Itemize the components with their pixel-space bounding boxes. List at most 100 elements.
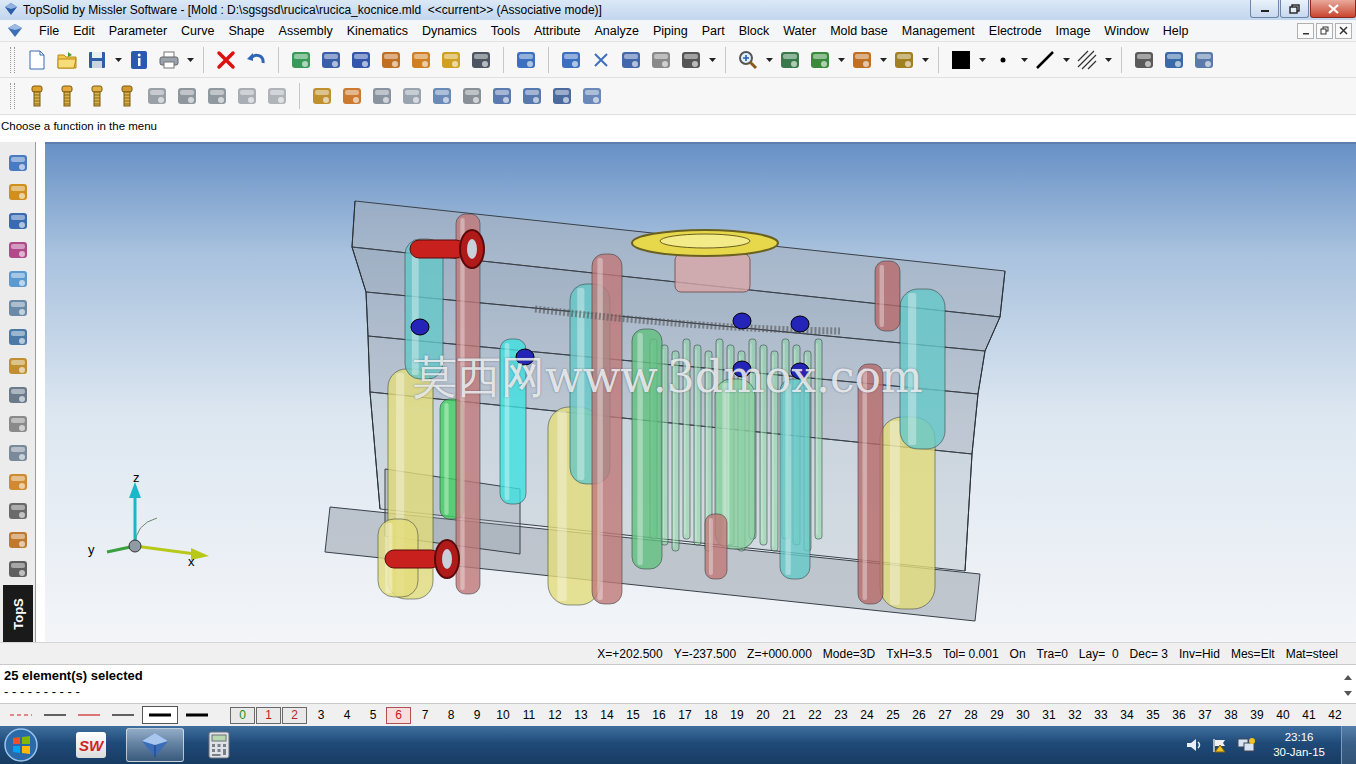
lamp-icon[interactable]: [428, 82, 456, 110]
close-icon[interactable]: [1310, 0, 1356, 18]
layer-button[interactable]: 21: [776, 707, 802, 724]
show-desktop-button[interactable]: [1341, 726, 1356, 764]
layer-button[interactable]: 42: [1322, 707, 1348, 724]
menu-item[interactable]: Block: [732, 21, 777, 41]
layer-button[interactable]: 4: [334, 707, 360, 724]
catalog-icon[interactable]: [308, 82, 336, 110]
layer-button[interactable]: 31: [1036, 707, 1062, 724]
layer-button[interactable]: 23: [828, 707, 854, 724]
menu-item[interactable]: Curve: [174, 21, 221, 41]
layer-button[interactable]: 7: [412, 707, 438, 724]
layer-button[interactable]: 24: [854, 707, 880, 724]
layer-button[interactable]: 34: [1114, 707, 1140, 724]
layer-button[interactable]: 19: [724, 707, 750, 724]
menu-item[interactable]: File: [32, 21, 66, 41]
ejector-icon[interactable]: [488, 82, 516, 110]
dowel-icon[interactable]: [398, 82, 426, 110]
dropdown-arrow-icon[interactable]: [185, 46, 195, 74]
doc-close-icon[interactable]: [1335, 23, 1352, 39]
curve-icon[interactable]: [677, 46, 705, 74]
pin-icon[interactable]: [647, 46, 675, 74]
layer-button[interactable]: 15: [620, 707, 646, 724]
layer-button[interactable]: 38: [1218, 707, 1244, 724]
unselect-icon[interactable]: [587, 46, 615, 74]
wrench-icon[interactable]: [338, 82, 366, 110]
doc-restore-icon[interactable]: [1316, 23, 1333, 39]
hex-screw-icon[interactable]: [113, 82, 141, 110]
taskbar-button[interactable]: [126, 728, 184, 762]
taskbar-button[interactable]: SW: [62, 728, 120, 762]
rotate-icon[interactable]: [467, 46, 495, 74]
delete-icon[interactable]: [212, 46, 240, 74]
punch-icon[interactable]: [4, 411, 32, 437]
cooling-icon[interactable]: [4, 469, 32, 495]
curve-icon[interactable]: [4, 179, 32, 205]
menu-item[interactable]: Water: [776, 21, 823, 41]
action-center-flag-icon[interactable]: [1211, 737, 1229, 753]
plug-icon[interactable]: [578, 82, 606, 110]
clip-icon[interactable]: [518, 82, 546, 110]
toolbar-grip[interactable]: [10, 83, 15, 109]
menu-item[interactable]: Parameter: [102, 21, 174, 41]
socket-screw-icon[interactable]: [83, 82, 111, 110]
dropdown-arrow-icon[interactable]: [878, 46, 888, 74]
threaded-insert-icon[interactable]: [143, 82, 171, 110]
menu-item[interactable]: Edit: [66, 21, 102, 41]
layer-button[interactable]: 13: [568, 707, 594, 724]
menu-item[interactable]: Assembly: [272, 21, 340, 41]
layer-button[interactable]: 8: [438, 707, 464, 724]
menu-item[interactable]: Electrode: [982, 21, 1049, 41]
line-style-button[interactable]: [108, 706, 138, 724]
mouse-icon[interactable]: [317, 46, 345, 74]
layer-button[interactable]: 5: [360, 707, 386, 724]
shading-icon[interactable]: [890, 46, 918, 74]
select-icon[interactable]: [557, 46, 585, 74]
doc-minimize-icon[interactable]: [1297, 23, 1314, 39]
mold-icon[interactable]: [4, 353, 32, 379]
menu-item[interactable]: Help: [1156, 21, 1196, 41]
ejector-icon[interactable]: [4, 440, 32, 466]
print-icon[interactable]: [155, 46, 183, 74]
screw-icon[interactable]: [23, 82, 51, 110]
electrode-icon[interactable]: [4, 556, 32, 582]
menu-item[interactable]: Mold base: [823, 21, 895, 41]
layer-button[interactable]: 1: [256, 707, 281, 724]
layer-button[interactable]: 26: [906, 707, 932, 724]
layer-button[interactable]: 18: [698, 707, 724, 724]
render-icon[interactable]: [848, 46, 876, 74]
layer-button[interactable]: 41: [1296, 707, 1322, 724]
open-file-icon[interactable]: [53, 46, 81, 74]
menu-item[interactable]: Attribute: [527, 21, 588, 41]
menu-item[interactable]: Tools: [484, 21, 527, 41]
layer-button[interactable]: 2: [282, 707, 307, 724]
menu-item[interactable]: Shape: [221, 21, 271, 41]
sleeve-icon[interactable]: [233, 82, 261, 110]
layer-button[interactable]: 17: [672, 707, 698, 724]
hatch-icon[interactable]: [1073, 46, 1101, 74]
zoom-icon[interactable]: [734, 46, 762, 74]
clock[interactable]: 23:1630-Jan-15: [1273, 730, 1325, 760]
volume-icon[interactable]: [1185, 737, 1203, 753]
layer-button[interactable]: 6: [386, 707, 411, 724]
camera-icon[interactable]: [1130, 46, 1158, 74]
properties-icon[interactable]: [125, 46, 153, 74]
menu-item[interactable]: Analyze: [588, 21, 646, 41]
sketch-icon[interactable]: [4, 150, 32, 176]
pin-icon[interactable]: [368, 82, 396, 110]
message-scrollbar[interactable]: [1339, 665, 1356, 703]
layer-button[interactable]: 20: [750, 707, 776, 724]
cap-screw-icon[interactable]: [53, 82, 81, 110]
surface-icon[interactable]: [4, 237, 32, 263]
line-style-button[interactable]: [74, 706, 104, 724]
layer-button[interactable]: 12: [542, 707, 568, 724]
link-icon[interactable]: [407, 46, 435, 74]
cursor-icon[interactable]: [512, 46, 540, 74]
restore-icon[interactable]: [1280, 0, 1309, 18]
slide-icon[interactable]: [4, 498, 32, 524]
layer-button[interactable]: 22: [802, 707, 828, 724]
layers-icon[interactable]: [1160, 46, 1188, 74]
spring-coil-icon[interactable]: [458, 82, 486, 110]
line-style-button[interactable]: [40, 706, 70, 724]
line-style-icon[interactable]: [1031, 46, 1059, 74]
view-icon[interactable]: [806, 46, 834, 74]
